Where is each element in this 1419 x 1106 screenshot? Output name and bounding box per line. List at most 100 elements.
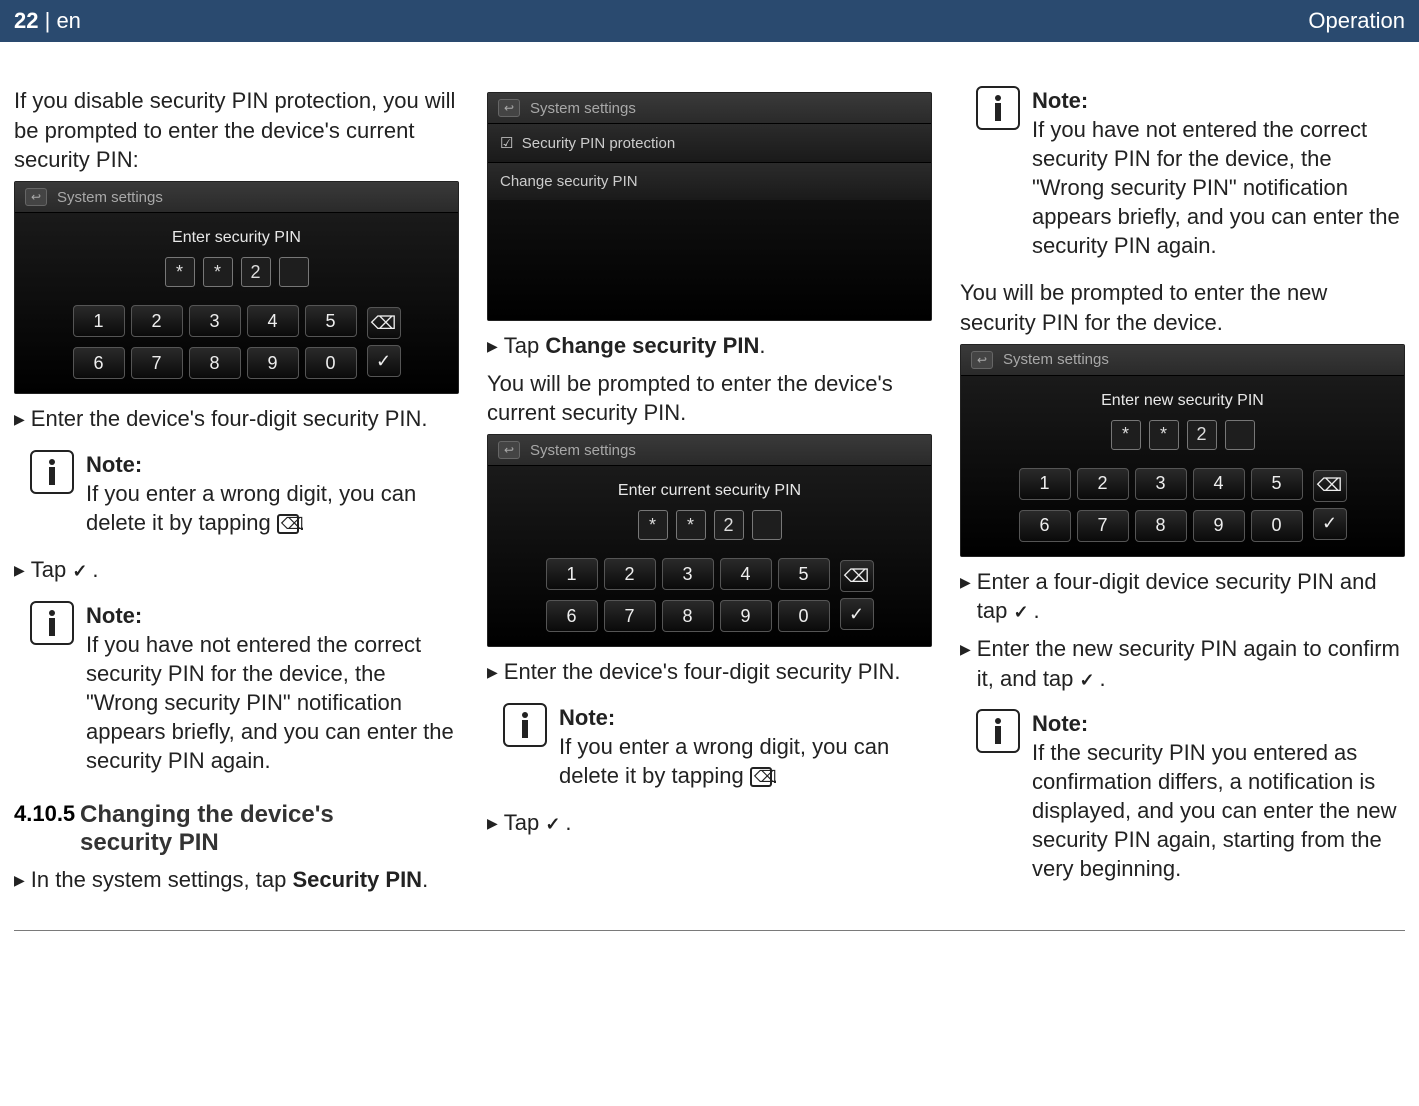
prompt-current-pin: You will be prompted to enter the device… — [487, 369, 932, 428]
bullet-icon: ▶ — [960, 573, 971, 592]
key: 2 — [131, 305, 183, 337]
intro-text: If you disable security PIN protection, … — [14, 86, 459, 175]
step-tap-security-pin: ▶ In the system settings, tap Security P… — [14, 865, 459, 895]
key: 1 — [1019, 468, 1071, 500]
device-header: ↩ System settings — [15, 182, 458, 213]
device-screenshot-menu: ↩ System settings ☑ Security PIN protect… — [487, 92, 932, 321]
step-tap-check: ▶ Tap . — [14, 555, 459, 585]
key: 2 — [1077, 468, 1129, 500]
key: 3 — [662, 558, 714, 590]
column-2: ↩ System settings ☑ Security PIN protect… — [487, 86, 932, 902]
key: 5 — [305, 305, 357, 337]
key: 7 — [604, 600, 656, 632]
section-heading: 4.10.5 Changing the device's security PI… — [14, 801, 459, 857]
keypad: 1 2 3 4 5 6 7 8 9 0 — [500, 554, 919, 632]
key: 4 — [247, 305, 299, 337]
step-enter-new-pin: ▶ Enter a four-digit device security PIN… — [960, 567, 1405, 626]
delete-key: ⌫ — [367, 307, 401, 339]
bullet-icon: ▶ — [487, 337, 498, 356]
confirm-key: ✓ — [840, 598, 874, 630]
device-screenshot-new-pin: ↩ System settings Enter new security PIN… — [960, 344, 1405, 557]
info-icon — [30, 450, 74, 494]
key: 3 — [189, 305, 241, 337]
step-enter-pin: ▶ Enter the device's four-digit security… — [14, 404, 459, 434]
bullet-icon: ▶ — [14, 561, 25, 580]
info-icon — [976, 709, 1020, 753]
device-body: Enter current security PIN * * 2 1 2 3 4 — [488, 466, 931, 646]
section-title: Changing the device's security PIN — [80, 801, 400, 857]
device-header: ↩ System settings — [488, 435, 931, 466]
device-title: System settings — [57, 189, 163, 206]
key: 5 — [1251, 468, 1303, 500]
step-tap-change-pin: ▶ Tap Change security PIN. — [487, 331, 932, 361]
key: 8 — [189, 347, 241, 379]
bullet-icon: ▶ — [14, 410, 25, 429]
footer-rule — [14, 930, 1405, 931]
device-title: System settings — [530, 100, 636, 117]
pin-row: * * 2 — [973, 420, 1392, 450]
pin-box: * — [676, 510, 706, 540]
delete-key: ⌫ — [1313, 470, 1347, 502]
device-screenshot-enter-pin: ↩ System settings Enter security PIN * *… — [14, 181, 459, 394]
back-icon: ↩ — [498, 441, 520, 459]
key: 1 — [73, 305, 125, 337]
key: 2 — [604, 558, 656, 590]
delete-icon — [277, 514, 299, 534]
device-body: ☑ Security PIN protection Change securit… — [488, 124, 931, 320]
device-prompt: Enter new security PIN — [973, 392, 1392, 410]
key: 4 — [1193, 468, 1245, 500]
check-icon — [545, 816, 565, 832]
key: 7 — [131, 347, 183, 379]
step-tap-check-2: ▶ Tap . — [487, 808, 932, 838]
menu-item-change-pin: Change security PIN — [488, 162, 931, 200]
pin-row: * * 2 — [500, 510, 919, 540]
key: 0 — [1251, 510, 1303, 542]
back-icon: ↩ — [498, 99, 520, 117]
step-enter-current-pin: ▶ Enter the device's four-digit security… — [487, 657, 932, 687]
note-wrong-pin: Note: If you have not entered the correc… — [30, 601, 459, 775]
device-title: System settings — [530, 442, 636, 459]
pin-row: * * 2 — [27, 257, 446, 287]
key: 6 — [73, 347, 125, 379]
delete-key: ⌫ — [840, 560, 874, 592]
check-icon — [1013, 604, 1033, 620]
key: 0 — [305, 347, 357, 379]
key: 1 — [546, 558, 598, 590]
check-icon — [72, 563, 92, 579]
info-icon — [976, 86, 1020, 130]
note-confirm-differ: Note: If the security PIN you entered as… — [976, 709, 1405, 883]
pin-box: 2 — [1187, 420, 1217, 450]
prompt-new-pin: You will be prompted to enter the new se… — [960, 278, 1405, 337]
device-body: Enter security PIN * * 2 1 2 3 4 5 — [15, 213, 458, 393]
pin-box: 2 — [714, 510, 744, 540]
check-icon — [1080, 672, 1100, 688]
bullet-icon: ▶ — [487, 814, 498, 833]
key: 5 — [778, 558, 830, 590]
column-1: If you disable security PIN protection, … — [14, 86, 459, 902]
back-icon: ↩ — [25, 188, 47, 206]
note-wrong-pin-3: Note: If you have not entered the correc… — [976, 86, 1405, 260]
column-3: Note: If you have not entered the correc… — [960, 86, 1405, 902]
key: 0 — [778, 600, 830, 632]
page-columns: If you disable security PIN protection, … — [0, 42, 1419, 916]
pin-box — [1225, 420, 1255, 450]
note-title: Note: — [1032, 709, 1405, 738]
section-name: Operation — [1308, 8, 1405, 34]
bullet-icon: ▶ — [14, 871, 25, 890]
pin-box — [279, 257, 309, 287]
confirm-key: ✓ — [1313, 508, 1347, 540]
pin-box: * — [203, 257, 233, 287]
device-header: ↩ System settings — [488, 93, 931, 124]
device-prompt: Enter security PIN — [27, 229, 446, 247]
key: 4 — [720, 558, 772, 590]
bullet-icon: ▶ — [487, 663, 498, 682]
key: 8 — [1135, 510, 1187, 542]
pin-box: * — [1111, 420, 1141, 450]
note-title: Note: — [86, 450, 459, 479]
pin-box: * — [1149, 420, 1179, 450]
menu-item-pin-protection: ☑ Security PIN protection — [488, 124, 931, 162]
step-confirm-new-pin: ▶ Enter the new security PIN again to co… — [960, 634, 1405, 693]
pin-box — [752, 510, 782, 540]
note-wrong-digit: Note: If you enter a wrong digit, you ca… — [30, 450, 459, 537]
bullet-icon: ▶ — [960, 640, 971, 659]
